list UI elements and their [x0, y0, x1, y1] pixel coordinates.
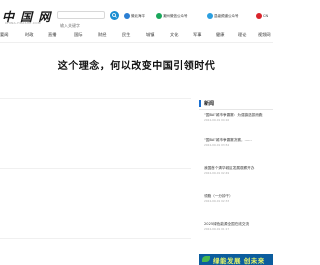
- main-nav: 要闻 时政 直播 国际 财经 民生 城镇 文化 军事 健康 理论 视频网: [0, 29, 273, 41]
- content-divider: [0, 98, 191, 99]
- search-button[interactable]: [110, 11, 119, 20]
- content-divider: [0, 238, 191, 239]
- nav-item-zhibo[interactable]: 直播: [48, 32, 56, 38]
- news-item[interactable]: “国BA”城市争霸赛决赛，…… 2024-09-01 03:54: [204, 138, 273, 160]
- search-input[interactable]: [58, 22, 104, 29]
- nav-item-minsheng[interactable]: 民生: [122, 32, 130, 38]
- nav-item-yaowen[interactable]: 要闻: [0, 32, 8, 38]
- news-item[interactable]: 2025绿色能源全国在线交流 2024-09-01 01:17: [204, 222, 273, 244]
- news-header-title: 新闻: [204, 101, 215, 107]
- news-item[interactable]: “国BA”城市争霸赛：为强镇选拔而跑 2024-09-01 04:16: [204, 113, 273, 135]
- nav-item-junshi[interactable]: 军事: [193, 32, 201, 38]
- site-header: 中 国 网 CHINA.HUASHE.COM 微北海平 潮州微信公众号 县级频道…: [0, 0, 273, 29]
- news-item[interactable]: 我国首个清华城区发展观察开办 2024-09-01 02:49: [204, 166, 273, 188]
- promo-banner[interactable]: 绿能发展 创未来: [199, 254, 273, 265]
- nav-item-wenhua[interactable]: 文化: [170, 32, 178, 38]
- cn-icon: [256, 13, 262, 19]
- news-item-time: 2024-09-01 01:17: [204, 227, 230, 231]
- header-link-label: 潮州微信公众号: [163, 14, 188, 18]
- headline-title[interactable]: 这个理念，何以改变中国引领时代: [0, 57, 273, 72]
- channel-icon: [207, 13, 213, 19]
- nav-divider: [0, 42, 273, 43]
- search-box: [57, 11, 105, 29]
- leaf-icon: [202, 256, 210, 262]
- site-logo-url: CHINA.HUASHE.COM: [5, 21, 41, 25]
- header-link-weibo[interactable]: 微北海平: [124, 12, 145, 20]
- nav-item-chengzhen[interactable]: 城镇: [146, 32, 154, 38]
- search-icon: [112, 13, 117, 18]
- nav-item-jiankang[interactable]: 健康: [216, 32, 224, 38]
- content-divider: [0, 168, 191, 169]
- nav-item-caijing[interactable]: 财经: [98, 32, 106, 38]
- news-item-time: 2024-09-01 04:16: [204, 118, 230, 122]
- news-item[interactable]: 领跑（一分钟干） 2024-09-01 02:33: [204, 194, 273, 216]
- nav-item-lilun[interactable]: 理论: [238, 32, 246, 38]
- news-header-accent: [199, 100, 201, 107]
- news-item-time: 2024-09-01 03:54: [204, 143, 230, 147]
- header-link-label: CN: [263, 14, 269, 18]
- nav-item-guoji[interactable]: 国际: [74, 32, 82, 38]
- promo-banner-text: 绿能发展 创未来: [213, 257, 265, 265]
- nav-item-shipin[interactable]: 视频网: [258, 32, 271, 38]
- header-link-label: 微北海平: [131, 14, 145, 18]
- header-link-county[interactable]: 县级频道公众号: [207, 12, 239, 20]
- news-panel: 新闻 “国BA”城市争霸赛：为强镇选拔而跑 2024-09-01 04:16 “…: [199, 98, 273, 253]
- main-content-area: [0, 98, 196, 265]
- news-header: 新闻: [199, 98, 273, 110]
- header-link-cn[interactable]: CN: [256, 12, 268, 20]
- header-link-wechat[interactable]: 潮州微信公众号: [156, 12, 188, 20]
- weibo-icon: [124, 13, 130, 19]
- wechat-icon: [156, 13, 162, 19]
- header-link-label: 县级频道公众号: [214, 14, 239, 18]
- nav-item-shizheng[interactable]: 时政: [25, 32, 33, 38]
- news-item-time: 2024-09-01 02:33: [204, 199, 230, 203]
- news-item-time: 2024-09-01 02:49: [204, 171, 230, 175]
